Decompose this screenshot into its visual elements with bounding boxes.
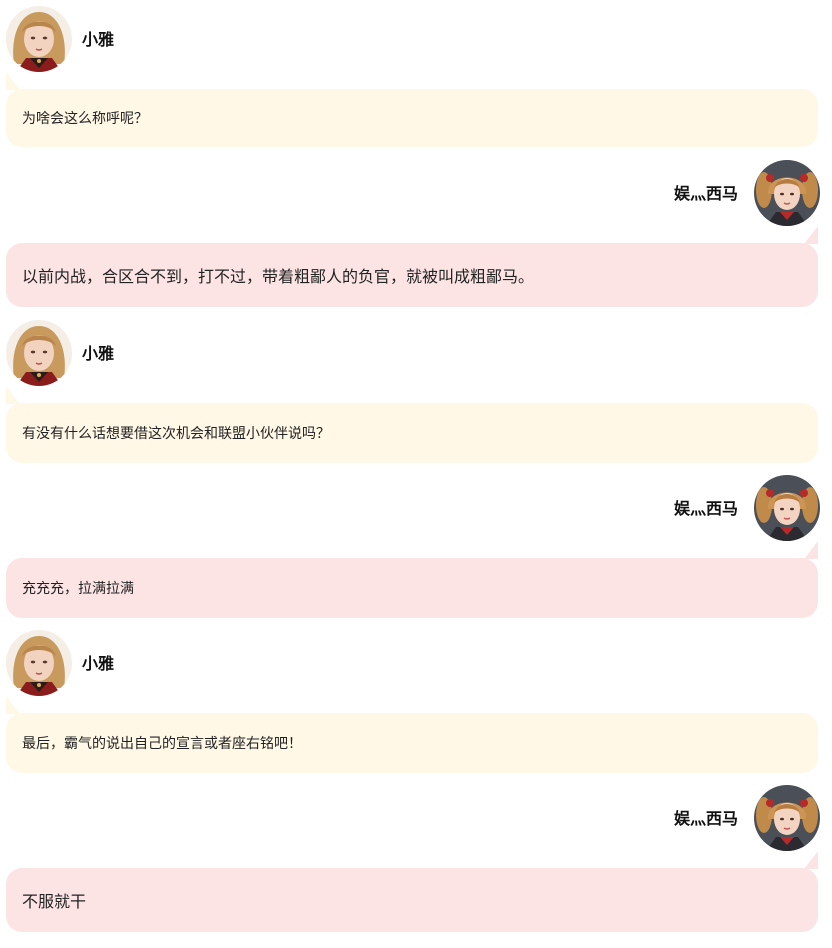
- message-bubble: 有没有什么话想要借这次机会和联盟小伙伴说吗？: [6, 403, 818, 463]
- sender-name: 娱灬西马: [673, 499, 738, 518]
- avatar[interactable]: [6, 6, 72, 72]
- sender-name: 小雅: [82, 654, 115, 673]
- bubble-tail: [6, 386, 20, 404]
- sender-name: 小雅: [82, 344, 115, 363]
- message-bubble: 以前内战，合区合不到，打不过，带着粗鄙人的负官，就被叫成粗鄙马。: [6, 243, 818, 307]
- bubble-tail: [804, 541, 818, 559]
- sender-name: 娱灬西马: [673, 184, 738, 203]
- message-bubble: 为啥会这么称呼呢？: [6, 89, 818, 147]
- avatar[interactable]: [754, 785, 820, 851]
- bubble-tail: [6, 72, 20, 90]
- avatar[interactable]: [6, 630, 72, 696]
- avatar[interactable]: [754, 475, 820, 541]
- avatar[interactable]: [6, 320, 72, 386]
- sender-name: 娱灬西马: [673, 809, 738, 828]
- avatar[interactable]: [754, 160, 820, 226]
- message-bubble: 最后，霸气的说出自己的宣言或者座右铭吧！: [6, 713, 818, 773]
- message-bubble: 充充充，拉满拉满: [6, 558, 818, 618]
- bubble-tail: [804, 851, 818, 869]
- bubble-tail: [804, 226, 818, 244]
- sender-name: 小雅: [82, 30, 115, 49]
- bubble-tail: [6, 696, 20, 714]
- message-bubble: 不服就干: [6, 868, 818, 932]
